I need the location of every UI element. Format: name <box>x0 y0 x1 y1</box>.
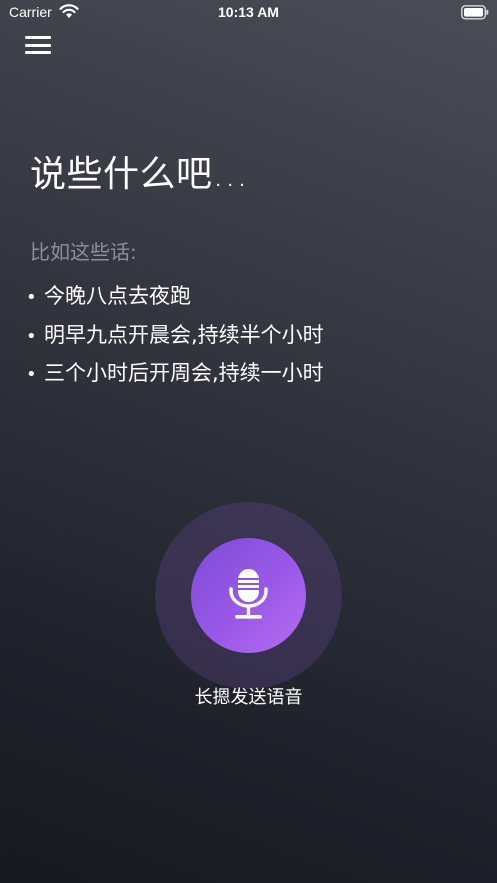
battery-icon <box>461 5 489 20</box>
list-item: • 三个小时后开周会,持续一小时 <box>26 361 324 385</box>
hamburger-menu-icon[interactable] <box>25 34 53 56</box>
examples-hint: 比如这些话: <box>30 240 137 264</box>
example-text: 明早九点开晨会,持续半个小时 <box>44 322 324 347</box>
page-title: 说些什么吧... <box>30 154 249 195</box>
microphone-icon <box>229 569 268 619</box>
list-item: • 今晚八点去夜跑 <box>26 284 191 308</box>
record-voice-button[interactable] <box>191 538 306 653</box>
example-text: 三个小时后开周会,持续一小时 <box>44 361 324 385</box>
example-text: 今晚八点去夜跑 <box>44 284 191 308</box>
list-item: • 明早九点开晨会,持续半个小时 <box>26 322 324 347</box>
record-voice-label: 长摁发送语音 <box>194 687 303 708</box>
examples-list: • 今晚八点去夜跑 • 明早九点开晨会,持续半个小时 • 三个小时后开周会,持续一小时 <box>26 280 324 396</box>
status-bar: Carrier 10:13 AM <box>0 0 497 26</box>
clock: 10:13 AM <box>218 4 279 20</box>
